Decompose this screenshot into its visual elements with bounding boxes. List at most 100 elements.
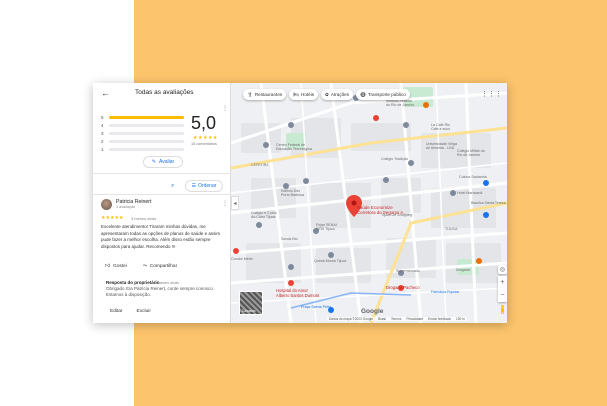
- map-label-condor[interactable]: Condor Méier: [231, 257, 253, 261]
- rating-distribution: 5 4 3 2 1: [101, 113, 184, 153]
- collapse-panel-button[interactable]: ◂: [231, 196, 239, 210]
- review-options-icon[interactable]: ⋮: [222, 200, 228, 207]
- restaurant-icon: 🍴︎: [247, 91, 253, 97]
- rating-bar-label: 3: [101, 130, 104, 136]
- map-label-colegio-militar2[interactable]: Rio de Janeiro: [457, 153, 480, 157]
- map-label-hospital2[interactable]: Alberto Santos Dumont: [276, 293, 319, 298]
- owner-response-date: 3 meses atrás: [154, 280, 180, 285]
- back-arrow-icon[interactable]: ←: [101, 88, 110, 98]
- map-label-praca[interactable]: Praça Saens Peña: [301, 305, 331, 309]
- map-data-credit: Dados do mapa ©2023 Google: [329, 317, 373, 321]
- map-label-colegio-curso2[interactable]: Ao Cubo Tijuca: [251, 215, 275, 219]
- feedback-link[interactable]: Enviar feedback: [428, 317, 451, 321]
- score-stars: ★★★★★: [193, 135, 218, 141]
- chip-restaurants-label: Restaurantes: [254, 92, 283, 97]
- rate-icon: ✎: [151, 159, 156, 165]
- map-label-senai2[interactable]: SESI Tijuca: [316, 227, 335, 231]
- zoom-controls: + −: [498, 276, 507, 302]
- rating-bar-row: 5: [101, 113, 184, 121]
- sort-icon: ☰: [191, 183, 197, 189]
- search-reviews-icon[interactable]: ⌕: [171, 183, 174, 190]
- panel-title: Todas as avaliações: [135, 89, 194, 96]
- my-location-icon[interactable]: ◎: [498, 265, 507, 274]
- map-canvas[interactable]: Instituto Federal do Rio de Janeiro La C…: [231, 83, 507, 323]
- chip-transit[interactable]: 🚇︎ Transporte público: [356, 89, 410, 100]
- rating-bar-track: [109, 147, 184, 151]
- like-label: Gostei: [113, 263, 127, 269]
- attractions-icon: ✿: [325, 91, 329, 97]
- google-logo: Google: [361, 308, 384, 315]
- map-label-drogaria2[interactable]: Drogaria: [456, 268, 470, 272]
- map-label-quinta[interactable]: Quinta Moura Tijuca: [314, 259, 346, 263]
- apps-grid-icon[interactable]: ⋮⋮⋮: [481, 90, 502, 98]
- map-label-sonda[interactable]: Sonda Bio: [281, 237, 298, 241]
- rating-bar-row: 1: [101, 145, 184, 153]
- hotel-icon: 🛏︎: [293, 91, 300, 97]
- rate-button-label: Avaliar: [159, 159, 175, 165]
- chip-attractions-label: Atrações: [330, 92, 350, 97]
- edit-button[interactable]: Editar: [110, 309, 123, 314]
- review-stars: ★★★★★: [101, 215, 124, 221]
- chip-restaurants[interactable]: 🍴︎ Restaurantes: [243, 89, 287, 100]
- reviews-panel: ← Todas as avaliações ⋮ 54321 5,0 ★★★★★ …: [93, 83, 231, 323]
- terms-link[interactable]: Termos: [391, 317, 401, 321]
- reviewer-review-count: 1 avaliação: [116, 205, 136, 209]
- review-text: Excelente atendimento! Tiraram minhas dú…: [101, 224, 221, 249]
- map-category-chips: 🍴︎ Restaurantes 🛏︎ Hotéis ✿ Atrações 🚇︎ …: [243, 89, 410, 100]
- selected-place-label[interactable]: Saúde Economize Corretora de Seguros e..…: [357, 205, 407, 215]
- review-date: 3 meses atrás: [131, 216, 157, 221]
- chip-hotels-label: Hotéis: [301, 92, 315, 97]
- rating-bar-track: [109, 115, 184, 119]
- rating-bar-fill: [109, 115, 184, 119]
- average-score: 5,0: [191, 113, 217, 133]
- rating-bar-label: 4: [101, 122, 104, 128]
- map-label-cefet[interactable]: CEFET/RJ: [251, 163, 268, 167]
- divider: [93, 173, 230, 174]
- rate-button[interactable]: ✎ Avaliar: [143, 156, 183, 168]
- rating-bar-track: [109, 139, 184, 143]
- map-label-farmacia[interactable]: Farmácia Popular: [431, 290, 459, 294]
- transit-icon: 🚇︎: [360, 91, 366, 97]
- review-count: 15 comentários: [191, 142, 217, 146]
- map-footer: Dados do mapa ©2023 Google Brasil Termos…: [327, 317, 467, 321]
- chip-attractions[interactable]: ✿ Atrações: [321, 89, 354, 100]
- zoom-in-button[interactable]: +: [500, 279, 504, 286]
- thumbs-up-icon: 👍︎: [105, 263, 111, 269]
- map-label-coluna[interactable]: Coluna Saldanha: [459, 175, 487, 179]
- zoom-out-button[interactable]: −: [500, 292, 504, 299]
- rating-bar-track: [109, 131, 184, 135]
- map-label-instituto2[interactable]: do Rio de Janeiro: [386, 103, 414, 107]
- map-label-basilica[interactable]: Basílica Santa Teresa: [471, 201, 506, 205]
- rating-bar-row: 3: [101, 129, 184, 137]
- more-options-icon[interactable]: ⋮: [222, 105, 228, 112]
- map-label-supermercado[interactable]: Supermercado: [396, 269, 420, 273]
- sort-button-label: Ordenar: [198, 183, 217, 189]
- delete-button[interactable]: Excluir: [137, 309, 151, 314]
- owner-response-text: Obrigado Sra Patrícia Reinert, conte sem…: [106, 286, 215, 298]
- map-streets: [231, 83, 507, 323]
- map-label-universidade2[interactable]: de Almeida - UVA: [426, 146, 454, 150]
- avatar[interactable]: [101, 199, 112, 210]
- chip-hotels[interactable]: 🛏︎ Hotéis: [289, 89, 319, 100]
- privacy-link[interactable]: Privacidade: [406, 317, 423, 321]
- chip-transit-label: Transporte público: [367, 92, 406, 97]
- app-window: ← Todas as avaliações ⋮ 54321 5,0 ★★★★★ …: [93, 83, 507, 323]
- share-button[interactable]: ⤳ Compartilhar: [142, 263, 177, 270]
- map-label-centro2[interactable]: Educação Tecnológica: [276, 147, 312, 151]
- divider: [93, 194, 230, 195]
- rating-bar-label: 5: [101, 114, 104, 120]
- pegman-icon[interactable]: [499, 305, 506, 314]
- map-label-hotel[interactable]: Hotel Maracanã: [457, 191, 482, 195]
- share-icon: ⤳: [142, 264, 147, 269]
- rating-bar-row: 2: [101, 137, 184, 145]
- scale-label: 100 m: [455, 317, 465, 321]
- country-label[interactable]: Brasil: [378, 317, 386, 321]
- like-button[interactable]: 👍︎ Gostei: [105, 263, 127, 269]
- rating-bar-label: 2: [101, 138, 104, 144]
- sort-button[interactable]: ☰ Ordenar: [185, 180, 223, 192]
- map-label-drogaria[interactable]: Drogaria Pacheco: [386, 285, 420, 290]
- map-label-tijuca: TIJUCA: [445, 227, 458, 231]
- map-label-edificio2[interactable]: Porto Barbosa: [281, 193, 304, 197]
- owner-response-actions: Editar Excluir: [110, 309, 151, 314]
- map-label-colegio-tradicao[interactable]: Colégio Tradição: [381, 157, 408, 161]
